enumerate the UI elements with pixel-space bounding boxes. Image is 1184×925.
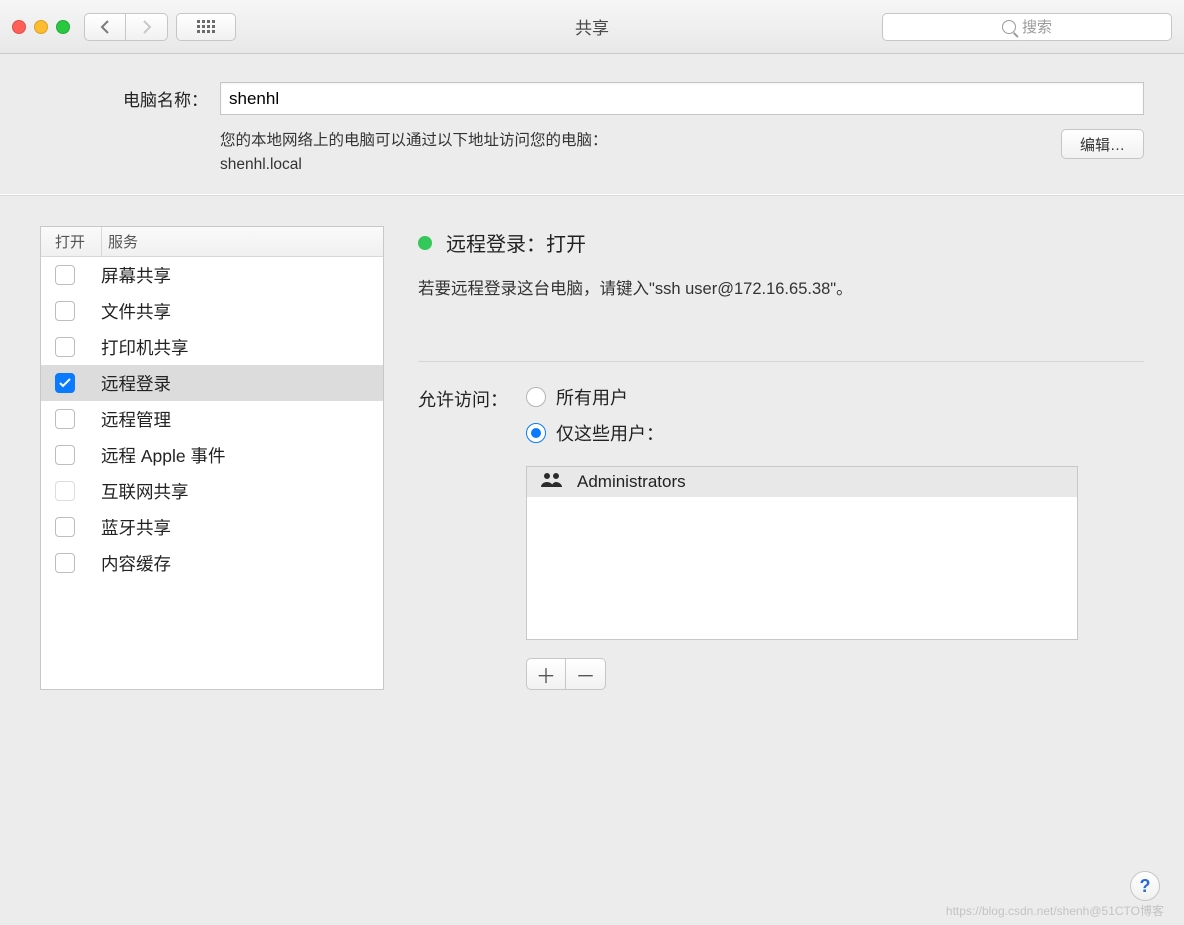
help-button[interactable]: ? — [1130, 871, 1160, 901]
remove-user-button[interactable]: － — [566, 658, 606, 690]
add-user-button[interactable]: ＋ — [526, 658, 566, 690]
computer-name-label: 电脑名称： — [40, 86, 220, 111]
radio-only-these-users[interactable]: 仅这些用户： — [526, 420, 1078, 446]
service-detail-pane: 远程登录：打开 若要远程登录这台电脑，请键入"ssh user@172.16.6… — [418, 226, 1144, 690]
back-button[interactable] — [84, 13, 126, 41]
service-label: 远程管理 — [101, 407, 171, 432]
service-label: 屏幕共享 — [101, 263, 171, 288]
service-item[interactable]: 远程管理 — [41, 401, 383, 437]
main-section: 打开 服务 屏幕共享文件共享打印机共享远程登录远程管理远程 Apple 事件互联… — [0, 196, 1184, 720]
chevron-left-icon — [100, 20, 110, 34]
radio-icon — [526, 387, 546, 407]
nav-group — [84, 13, 168, 41]
service-checkbox[interactable] — [55, 481, 75, 501]
status-label: 远程登录：打开 — [446, 228, 586, 257]
service-item[interactable]: 文件共享 — [41, 293, 383, 329]
allow-access-label: 允许访问： — [418, 384, 508, 690]
ssh-instruction: 若要远程登录这台电脑，请键入"ssh user@172.16.65.38"。 — [418, 275, 1144, 299]
radio-all-users[interactable]: 所有用户 — [526, 384, 1078, 410]
service-checkbox[interactable] — [55, 373, 75, 393]
service-item[interactable]: 屏幕共享 — [41, 257, 383, 293]
service-item[interactable]: 蓝牙共享 — [41, 509, 383, 545]
computer-name-section: 电脑名称： 您的本地网络上的电脑可以通过以下地址访问您的电脑： shenhl.l… — [0, 54, 1184, 196]
search-placeholder: 搜索 — [1022, 16, 1052, 37]
checkmark-icon — [59, 378, 71, 388]
service-checkbox[interactable] — [55, 553, 75, 573]
search-field[interactable]: 搜索 — [882, 13, 1172, 41]
column-service: 服务 — [101, 227, 383, 256]
service-label: 远程 Apple 事件 — [101, 443, 225, 468]
computer-name-input[interactable] — [220, 82, 1144, 115]
add-remove-controls: ＋ － — [526, 658, 1078, 690]
column-on: 打开 — [41, 231, 101, 252]
service-label: 内容缓存 — [101, 551, 171, 576]
service-item[interactable]: 内容缓存 — [41, 545, 383, 581]
show-all-button[interactable] — [176, 13, 236, 41]
service-item[interactable]: 远程 Apple 事件 — [41, 437, 383, 473]
service-checkbox[interactable] — [55, 301, 75, 321]
search-icon — [1002, 20, 1016, 34]
watermark: https://blog.csdn.net/shenh@51CTO博客 — [946, 902, 1164, 919]
allowed-users-list[interactable]: Administrators — [526, 466, 1078, 640]
services-header: 打开 服务 — [41, 227, 383, 257]
service-checkbox[interactable] — [55, 445, 75, 465]
forward-button[interactable] — [126, 13, 168, 41]
group-icon — [541, 472, 563, 492]
divider — [418, 361, 1144, 362]
computer-name-description: 您的本地网络上的电脑可以通过以下地址访问您的电脑： shenhl.local — [220, 129, 608, 177]
status-indicator-icon — [418, 236, 432, 250]
service-label: 打印机共享 — [101, 335, 189, 360]
zoom-window-button[interactable] — [56, 20, 70, 34]
user-name: Administrators — [577, 472, 686, 492]
service-label: 互联网共享 — [101, 479, 189, 504]
close-window-button[interactable] — [12, 20, 26, 34]
radio-icon — [526, 423, 546, 443]
service-checkbox[interactable] — [55, 265, 75, 285]
traffic-lights — [12, 20, 70, 34]
grid-icon — [197, 20, 215, 33]
services-list: 打开 服务 屏幕共享文件共享打印机共享远程登录远程管理远程 Apple 事件互联… — [40, 226, 384, 690]
service-checkbox[interactable] — [55, 337, 75, 357]
chevron-right-icon — [142, 20, 152, 34]
service-item[interactable]: 互联网共享 — [41, 473, 383, 509]
service-label: 远程登录 — [101, 371, 171, 396]
service-checkbox[interactable] — [55, 517, 75, 537]
status-row: 远程登录：打开 — [418, 228, 1144, 257]
user-row[interactable]: Administrators — [527, 467, 1077, 497]
minimize-window-button[interactable] — [34, 20, 48, 34]
service-label: 蓝牙共享 — [101, 515, 171, 540]
window-titlebar: 共享 搜索 — [0, 0, 1184, 54]
service-label: 文件共享 — [101, 299, 171, 324]
service-item[interactable]: 打印机共享 — [41, 329, 383, 365]
edit-hostname-button[interactable]: 编辑… — [1061, 129, 1144, 159]
service-item[interactable]: 远程登录 — [41, 365, 383, 401]
service-checkbox[interactable] — [55, 409, 75, 429]
